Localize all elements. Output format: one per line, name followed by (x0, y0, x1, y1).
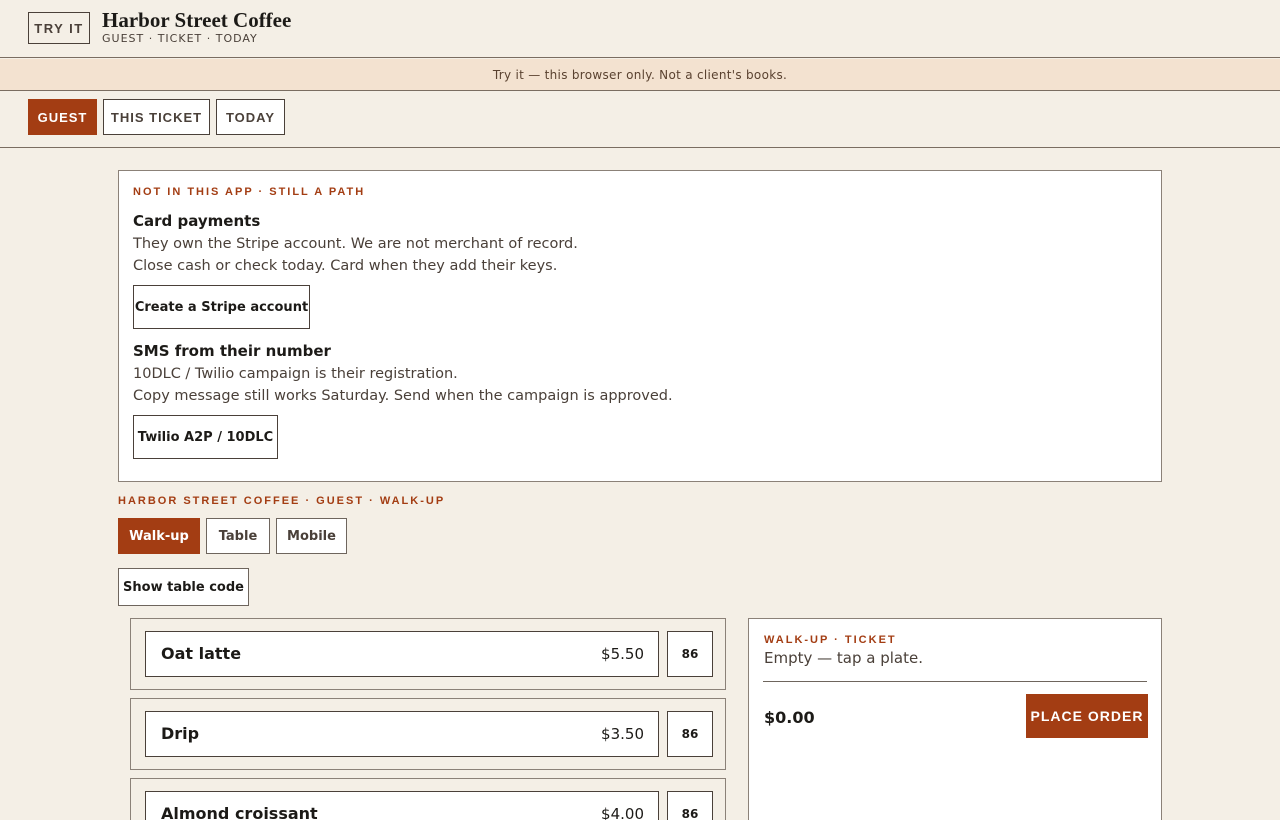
card-payments-line-2: Close cash or check today. Card when the… (133, 258, 558, 274)
menu-item-oat-latte[interactable]: Oat latte $5.50 (145, 631, 659, 677)
twilio-10dlc-button[interactable]: Twilio A2P / 10DLC (133, 415, 278, 459)
mode-mobile[interactable]: Mobile (276, 518, 347, 554)
card-payments-line-1: They own the Stripe account. We are not … (133, 236, 578, 252)
external-paths-card: NOT IN THIS APP · STILL A PATH Card paym… (118, 170, 1162, 482)
eighty-six-button[interactable]: 86 (667, 631, 713, 677)
menu-item-almond-croissant[interactable]: Almond croissant $4.00 (145, 791, 659, 820)
menu-row: Drip $3.50 86 (130, 698, 726, 770)
tab-today[interactable]: TODAY (216, 99, 285, 135)
top-bar: TRY IT Harbor Street Coffee GUEST · TICK… (0, 0, 1280, 58)
show-table-code-button[interactable]: Show table code (118, 568, 249, 606)
ticket-divider (763, 681, 1147, 682)
eighty-six-button[interactable]: 86 (667, 711, 713, 757)
ticket-empty-text: Empty — tap a plate. (764, 649, 923, 667)
ticket-eyebrow: WALK-UP · TICKET (764, 634, 897, 646)
menu-row: Oat latte $5.50 86 (130, 618, 726, 690)
item-name: Drip (161, 724, 200, 743)
app-subtitle: GUEST · TICKET · TODAY (102, 32, 258, 45)
item-name: Almond croissant (161, 804, 318, 820)
create-stripe-account-button[interactable]: Create a Stripe account (133, 285, 310, 329)
card-eyebrow: NOT IN THIS APP · STILL A PATH (133, 186, 366, 198)
menu-item-drip[interactable]: Drip $3.50 (145, 711, 659, 757)
place-order-button[interactable]: PLACE ORDER (1026, 694, 1148, 738)
try-it-badge: TRY IT (28, 12, 90, 44)
mode-table[interactable]: Table (206, 518, 270, 554)
ticket-panel: WALK-UP · TICKET Empty — tap a plate. $0… (748, 618, 1162, 820)
eighty-six-button[interactable]: 86 (667, 791, 713, 820)
main-tabs: GUEST THIS TICKET TODAY (0, 91, 1280, 148)
menu-row: Almond croissant $4.00 86 (130, 778, 726, 820)
item-price: $3.50 (601, 725, 644, 743)
ticket-total: $0.00 (764, 708, 815, 727)
demo-notice-banner: Try it — this browser only. Not a client… (0, 59, 1280, 91)
guest-eyebrow: HARBOR STREET COFFEE · GUEST · WALK-UP (118, 495, 446, 507)
sms-heading: SMS from their number (133, 342, 331, 360)
tab-guest[interactable]: GUEST (28, 99, 97, 135)
mode-walk-up[interactable]: Walk-up (118, 518, 200, 554)
app-title: Harbor Street Coffee (102, 8, 292, 32)
item-price: $5.50 (601, 645, 644, 663)
item-price: $4.00 (601, 805, 644, 820)
sms-line-1: 10DLC / Twilio campaign is their registr… (133, 366, 458, 382)
sms-line-2: Copy message still works Saturday. Send … (133, 388, 673, 404)
tab-this-ticket[interactable]: THIS TICKET (103, 99, 210, 135)
item-name: Oat latte (161, 644, 242, 663)
card-payments-heading: Card payments (133, 212, 261, 230)
